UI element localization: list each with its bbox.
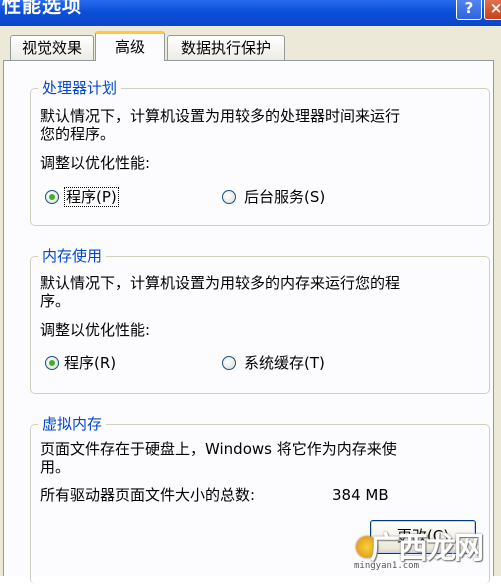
option-text: 后台服务 xyxy=(244,188,305,206)
memory-desc-line1: 默认情况下，计算机设置为用较多的内存来运行您的程 xyxy=(40,274,401,292)
tab-label: 数据执行保护 xyxy=(180,39,271,57)
option-shortcut: (T) xyxy=(304,354,325,372)
memory-cache-radio[interactable] xyxy=(222,356,236,370)
memory-cache-label[interactable]: 系统缓存(T) xyxy=(244,355,325,372)
option-shortcut: (P) xyxy=(96,188,117,206)
option-text: 程序 xyxy=(64,354,95,372)
virtual-memory-group-title: 虚拟内存 xyxy=(38,413,107,434)
window-title: 性能选项 xyxy=(2,0,83,17)
processor-programs-label[interactable]: 程序(P) xyxy=(64,187,119,207)
tab-dep[interactable]: 数据执行保护 xyxy=(167,35,285,60)
tab-strip: 视觉效果 高级 数据执行保护 xyxy=(0,30,501,62)
tab-label: 视觉效果 xyxy=(21,39,82,57)
pagefile-total-value: 384 MB xyxy=(332,486,389,504)
option-shortcut: (S) xyxy=(304,188,326,206)
option-shortcut: (R) xyxy=(94,354,117,372)
processor-programs-radio[interactable] xyxy=(45,190,59,204)
option-text: 系统缓存 xyxy=(244,354,305,372)
close-button[interactable]: × xyxy=(484,0,501,20)
processor-desc-line2: 您的程序。 xyxy=(40,125,116,143)
processor-services-label[interactable]: 后台服务(S) xyxy=(244,189,325,206)
virtual-memory-desc-line1: 页面文件存在于硬盘上，Windows 将它作为内存来使 xyxy=(40,440,397,458)
tab-visual-effects[interactable]: 视觉效果 xyxy=(10,35,94,60)
processor-adjust-label: 调整以优化性能: xyxy=(40,154,151,172)
processor-services-radio[interactable] xyxy=(222,190,236,204)
memory-group-title: 内存使用 xyxy=(38,245,107,266)
help-button[interactable]: ? xyxy=(456,0,482,20)
focus-rect: 程序(P) xyxy=(64,187,119,207)
virtual-memory-desc-line2: 用。 xyxy=(40,458,71,476)
option-text: 程序 xyxy=(66,188,97,206)
tab-advanced[interactable]: 高级 xyxy=(95,31,165,61)
pagefile-total-label: 所有驱动器页面文件大小的总数: xyxy=(40,486,256,504)
memory-programs-radio[interactable] xyxy=(45,356,59,370)
help-icon: ? xyxy=(464,0,474,17)
memory-programs-label[interactable]: 程序(R) xyxy=(64,355,116,372)
tab-label: 高级 xyxy=(114,38,145,56)
processor-desc-line1: 默认情况下，计算机设置为用较多的处理器时间来运行 xyxy=(40,107,401,125)
close-icon: × xyxy=(489,0,501,17)
title-bar: 性能选项 ? × xyxy=(0,0,501,26)
watermark-url: mingyan1.com xyxy=(354,561,420,571)
memory-adjust-label: 调整以优化性能: xyxy=(40,321,151,339)
memory-desc-line2: 序。 xyxy=(40,292,71,310)
processor-group-title: 处理器计划 xyxy=(38,77,122,98)
